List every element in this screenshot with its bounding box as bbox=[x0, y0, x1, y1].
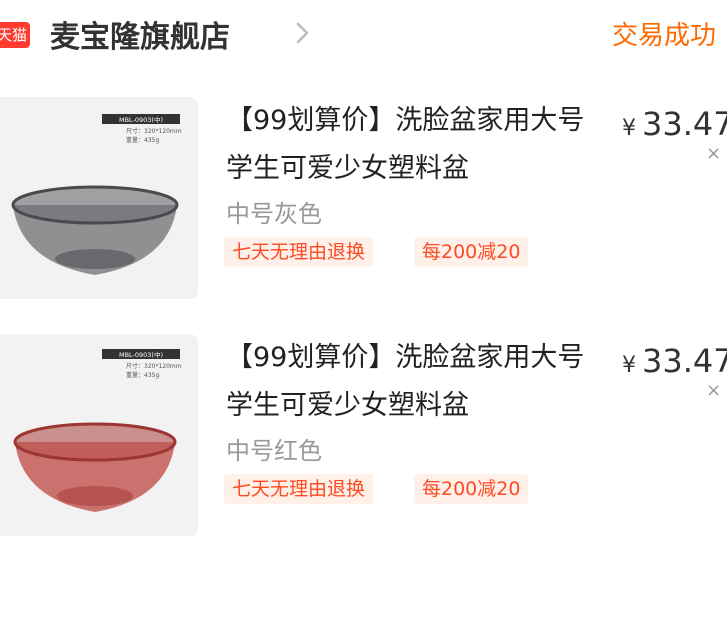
chevron-right-icon[interactable] bbox=[290, 20, 316, 46]
price: ¥33.47 bbox=[622, 342, 727, 380]
spec-size: 尺寸：320*120mm bbox=[126, 362, 182, 370]
product-sku: 中号红色 bbox=[226, 437, 322, 465]
price: ¥33.47 bbox=[622, 105, 727, 143]
promo-tag-return: 七天无理由退换 bbox=[224, 237, 374, 267]
order-status: 交易成功 bbox=[612, 21, 717, 51]
price-value: 33.47 bbox=[642, 342, 727, 380]
product-label: MBL-0903(中) bbox=[119, 115, 163, 124]
spec-weight: 重量：435g bbox=[126, 371, 159, 379]
order-header: 天猫 麦宝隆旗舰店 交易成功 bbox=[0, 0, 727, 66]
product-image[interactable]: MBL-0903(中) 尺寸：320*120mm 重量：435g bbox=[0, 97, 198, 299]
store-name[interactable]: 麦宝隆旗舰店 bbox=[50, 12, 230, 56]
quantity: × bbox=[706, 143, 722, 164]
product-sku: 中号灰色 bbox=[226, 200, 322, 228]
order-item[interactable]: MBL-0903(中) 尺寸：320*120mm 重量：435g 【99划算价】… bbox=[0, 97, 727, 307]
product-label: MBL-0903(中) bbox=[119, 350, 163, 359]
currency-symbol: ¥ bbox=[622, 353, 636, 378]
tmall-badge-icon: 天猫 bbox=[0, 22, 30, 48]
bowl-gray bbox=[11, 185, 179, 275]
order-item[interactable]: MBL-0903(中) 尺寸：320*120mm 重量：435g 【99划算价】… bbox=[0, 334, 727, 544]
promo-tag-return: 七天无理由退换 bbox=[224, 474, 374, 504]
spec-weight: 重量：435g bbox=[126, 136, 159, 144]
quantity: × bbox=[706, 380, 722, 401]
promo-tag-discount: 每200减20 bbox=[414, 237, 529, 267]
currency-symbol: ¥ bbox=[622, 116, 636, 141]
product-image[interactable]: MBL-0903(中) 尺寸：320*120mm 重量：435g bbox=[0, 334, 198, 536]
product-title[interactable]: 【99划算价】洗脸盆家用大号学生可爱少女塑料盆 bbox=[226, 334, 598, 430]
spec-size: 尺寸：320*120mm bbox=[126, 127, 182, 135]
product-title[interactable]: 【99划算价】洗脸盆家用大号学生可爱少女塑料盆 bbox=[226, 97, 598, 193]
bowl-red bbox=[13, 422, 177, 512]
promo-tag-discount: 每200减20 bbox=[414, 474, 529, 504]
price-value: 33.47 bbox=[642, 105, 727, 143]
